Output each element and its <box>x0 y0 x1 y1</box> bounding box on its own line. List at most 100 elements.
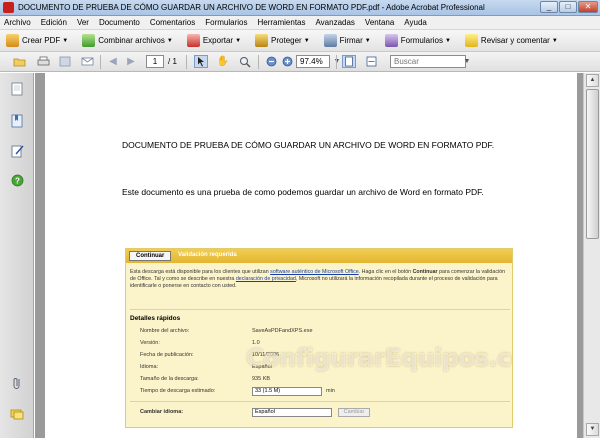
zoom-tool-icon[interactable] <box>238 55 252 68</box>
search-dropdown-icon[interactable]: ▼ <box>460 55 474 68</box>
menu-herramientas[interactable]: Herramientas <box>257 18 305 27</box>
forms-icon <box>384 34 398 47</box>
forms-button[interactable]: Formularios ▼ <box>384 34 451 47</box>
search-input[interactable]: Buscar <box>390 55 466 68</box>
help-icon[interactable]: ? <box>10 173 24 188</box>
document-heading: DOCUMENTO DE PRUEBA DE CÓMO GUARDAR UN A… <box>122 140 495 150</box>
comment-icon <box>464 34 478 47</box>
menu-documento[interactable]: Documento <box>99 18 140 27</box>
svg-text:?: ? <box>15 177 20 186</box>
export-button[interactable]: Exportar ▼ <box>186 34 242 47</box>
time-unit: min <box>326 388 335 394</box>
detail-label: Versión: <box>140 340 160 346</box>
print-icon[interactable] <box>36 55 50 68</box>
chevron-down-icon: ▼ <box>166 37 173 44</box>
chevron-down-icon: ▼ <box>444 37 451 44</box>
previous-page-icon[interactable]: ◀ <box>106 55 120 68</box>
lock-icon <box>255 34 269 47</box>
fit-width-icon[interactable] <box>364 55 378 68</box>
validation-bar: Continuar Validación requerida <box>126 249 512 263</box>
document-view[interactable]: DOCUMENTO DE PRUEBA DE CÓMO GUARDAR UN A… <box>35 73 583 438</box>
menu-archivo[interactable]: Archivo <box>4 18 31 27</box>
continue-button: Continuar <box>129 251 172 261</box>
menu-ayuda[interactable]: Ayuda <box>404 18 427 27</box>
review-comment-label: Revisar y comentar <box>480 36 550 45</box>
menu-bar: Archivo Edición Ver Documento Comentario… <box>0 16 600 30</box>
pen-icon <box>323 34 337 47</box>
validation-title: Validación requerida <box>178 252 237 258</box>
scroll-thumb[interactable] <box>586 89 599 239</box>
minimize-button[interactable]: _ <box>540 1 558 13</box>
attachments-icon[interactable] <box>10 375 24 390</box>
title-bar: DOCUMENTO DE PRUEBA DE CÓMO GUARDAR UN A… <box>0 0 600 16</box>
detail-label: Tiempo de descarga estimado: <box>140 388 216 394</box>
scroll-down-icon[interactable]: ▼ <box>586 423 599 436</box>
chevron-down-icon: ▼ <box>235 37 242 44</box>
chevron-down-icon: ▼ <box>62 37 69 44</box>
select-tool-icon[interactable] <box>194 55 208 68</box>
email-icon[interactable] <box>80 55 94 68</box>
comments-icon[interactable] <box>10 407 24 422</box>
export-label: Exportar <box>202 36 234 45</box>
pdf-page: DOCUMENTO DE PRUEBA DE CÓMO GUARDAR UN A… <box>45 73 577 438</box>
create-pdf-button[interactable]: Crear PDF ▼ <box>6 34 68 47</box>
navigation-toolbar: ◀ ▶ 1 / 1 ✋ 97.4% ▼ Buscar ▼ <box>0 52 600 72</box>
create-pdf-label: Crear PDF <box>22 36 61 45</box>
next-page-icon[interactable]: ▶ <box>124 55 138 68</box>
quick-details-title: Detalles rápidos <box>130 315 181 322</box>
create-pdf-icon <box>6 34 19 47</box>
menu-formularios[interactable]: Formularios <box>205 18 247 27</box>
tasks-toolbar: Crear PDF ▼ Combinar archivos ▼ Exportar… <box>0 30 600 52</box>
menu-ventana[interactable]: Ventana <box>365 18 394 27</box>
sign-button[interactable]: Firmar ▼ <box>323 34 371 47</box>
close-button[interactable]: ✕ <box>578 1 598 13</box>
change-language-label: Cambiar idioma: <box>140 409 184 415</box>
menu-avanzadas[interactable]: Avanzadas <box>315 18 354 27</box>
detail-value: SaveAsPDFandXPS.exe <box>252 328 313 334</box>
forms-label: Formularios <box>400 36 443 45</box>
language-select: Español <box>252 408 332 417</box>
change-language-button: Cambiar <box>338 408 370 417</box>
menu-ver[interactable]: Ver <box>77 18 89 27</box>
zoom-in-icon[interactable] <box>280 55 294 68</box>
detail-label: Nombre del archivo: <box>140 328 190 334</box>
open-folder-icon[interactable] <box>12 55 26 68</box>
acrobat-app-icon <box>3 2 14 13</box>
privacy-link: declaración de privacidad <box>235 276 296 282</box>
genuine-office-link: software auténtico de Microsoft Office <box>270 269 359 275</box>
scroll-up-icon[interactable]: ▲ <box>586 74 599 87</box>
embedded-screenshot: Continuar Validación requerida Esta desc… <box>125 248 513 428</box>
window-title: DOCUMENTO DE PRUEBA DE CÓMO GUARDAR UN A… <box>18 3 485 12</box>
fit-page-icon[interactable] <box>342 55 356 68</box>
review-comment-button[interactable]: Revisar y comentar ▼ <box>464 34 558 47</box>
chevron-down-icon: ▼ <box>551 37 558 44</box>
zoom-level-field[interactable]: 97.4% <box>296 55 330 68</box>
download-time-select: 33 (1.5 M) <box>252 387 322 396</box>
combine-files-label: Combinar archivos <box>98 36 165 45</box>
page-number-input[interactable]: 1 <box>146 55 164 68</box>
pages-panel-icon[interactable] <box>10 81 24 96</box>
combine-files-button[interactable]: Combinar archivos ▼ <box>82 34 173 47</box>
validation-intro: Esta descarga está disponible para los c… <box>130 269 506 289</box>
zoom-out-icon[interactable] <box>264 55 278 68</box>
chevron-down-icon: ▼ <box>364 37 371 44</box>
vertical-scrollbar[interactable]: ▲ ▼ <box>583 73 600 438</box>
menu-comentarios[interactable]: Comentarios <box>150 18 195 27</box>
export-icon <box>186 34 200 47</box>
menu-edicion[interactable]: Edición <box>41 18 67 27</box>
combine-files-icon <box>82 34 96 47</box>
protect-button[interactable]: Proteger ▼ <box>255 34 310 47</box>
watermark-text: ConfigurarEquipos.com <box>246 344 512 372</box>
restore-button[interactable]: □ <box>559 1 577 13</box>
save-icon[interactable] <box>58 55 72 68</box>
bookmarks-panel-icon[interactable] <box>10 113 24 128</box>
page-total: / 1 <box>168 57 177 66</box>
signatures-panel-icon[interactable] <box>10 143 24 158</box>
navigation-pane: ? <box>0 73 34 438</box>
detail-label: Tamaño de la descarga: <box>140 376 199 382</box>
hand-tool-icon[interactable]: ✋ <box>216 55 230 68</box>
protect-label: Proteger <box>271 36 302 45</box>
detail-label: Fecha de publicación: <box>140 352 194 358</box>
sign-label: Firmar <box>339 36 363 45</box>
detail-label: Idioma: <box>140 364 159 370</box>
